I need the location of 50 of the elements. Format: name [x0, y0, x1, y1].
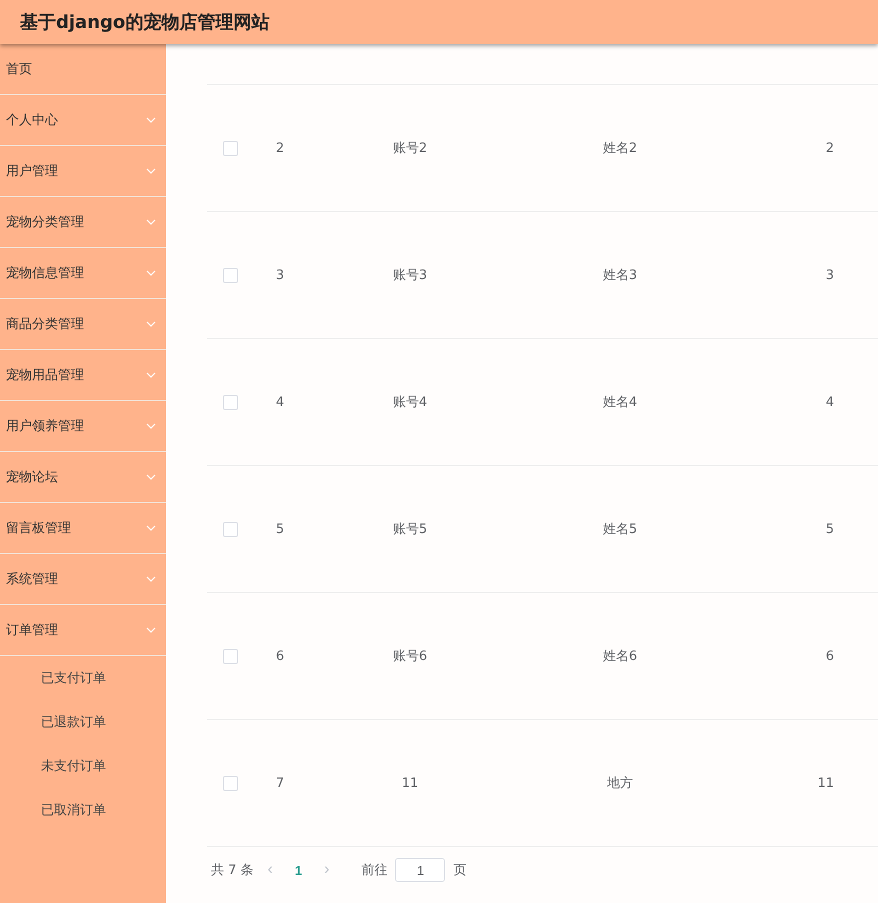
- table-cell: 5: [826, 522, 834, 536]
- submenu-item[interactable]: 未支付订单: [0, 744, 166, 788]
- goto-label: 前往: [361, 862, 388, 879]
- chevron-down-icon: [146, 576, 156, 582]
- chevron-down-icon: [146, 423, 156, 429]
- table-cell: 2: [276, 140, 284, 156]
- table-cell-text: 账号2: [392, 140, 428, 157]
- table-cell-text: 姓名3: [602, 267, 638, 284]
- row-checkbox[interactable]: [223, 140, 238, 156]
- table-cell: 4: [826, 394, 834, 410]
- table-cell: 3: [826, 268, 834, 282]
- chevron-down-icon: [146, 627, 156, 633]
- row-checkbox[interactable]: [223, 394, 238, 410]
- submenu-item[interactable]: 已支付订单: [0, 656, 166, 700]
- row-checkbox[interactable]: [223, 522, 238, 536]
- table-cell: 2: [826, 140, 834, 156]
- table-cell: 4: [276, 394, 284, 410]
- chevron-down-icon: [146, 525, 156, 531]
- table-cell-text: 账号5: [392, 521, 428, 538]
- chevron-down-icon: [146, 321, 156, 327]
- table-cell: 11: [402, 776, 418, 790]
- submenu-item[interactable]: 已退款订单: [0, 700, 166, 744]
- site-title: 基于django的宠物店管理网站: [20, 11, 270, 34]
- table-cell-text: 账号6: [392, 648, 428, 665]
- chevron-down-icon: [146, 270, 156, 276]
- table-cell: 11: [817, 776, 834, 790]
- chevron-down-icon: [146, 372, 156, 378]
- table-cell-text: 姓名2: [602, 140, 638, 157]
- total-count: 共 7 条: [211, 862, 254, 879]
- table-cell: 3: [276, 268, 284, 282]
- table-cell-text: 姓名6: [602, 648, 638, 665]
- page-suffix: 页: [453, 862, 466, 879]
- table-cell-text: 账号3: [392, 267, 428, 284]
- row-checkbox[interactable]: [223, 648, 238, 664]
- table-cell: 6: [276, 648, 284, 664]
- page-input[interactable]: 1: [395, 858, 446, 882]
- table-cell-text: 地方: [607, 775, 633, 792]
- table-cell-text: 姓名4: [602, 394, 638, 411]
- row-checkbox[interactable]: [223, 776, 238, 790]
- table-cell: 5: [276, 522, 284, 536]
- chevron-down-icon: [146, 168, 156, 174]
- table-cell-text: 账号4: [392, 394, 428, 411]
- row-checkbox[interactable]: [223, 268, 238, 282]
- table-cell-text: 姓名5: [602, 521, 638, 538]
- chevron-down-icon: [146, 219, 156, 225]
- table-cell: 7: [276, 776, 284, 790]
- chevron-down-icon: [146, 474, 156, 480]
- chevron-down-icon: [146, 117, 156, 123]
- table-cell: 6: [826, 648, 834, 664]
- submenu-item[interactable]: 已取消订单: [0, 788, 166, 832]
